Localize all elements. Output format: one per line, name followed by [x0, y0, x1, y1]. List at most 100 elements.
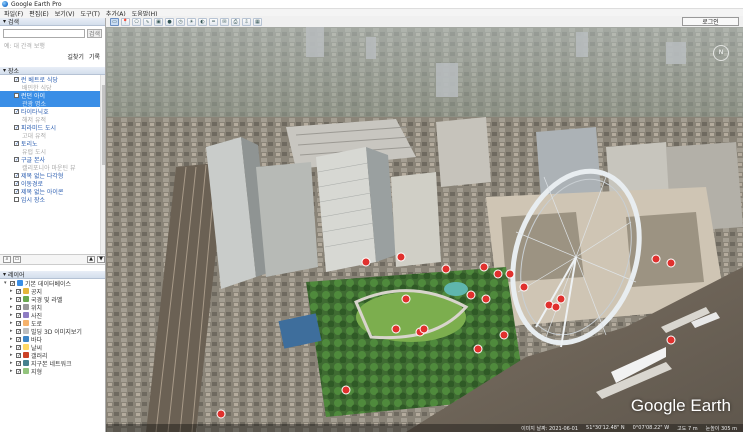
- place-item[interactable]: ✓ 제목 없는 아이콘: [0, 187, 105, 196]
- layer-item[interactable]: ▸ ✓ 지구본 네트워크: [0, 359, 105, 368]
- layer-checkbox[interactable]: ✓: [16, 368, 21, 374]
- place-item[interactable]: 임시 장소: [0, 195, 105, 204]
- place-item[interactable]: 관광 명소: [0, 99, 105, 108]
- layer-icon: [23, 360, 29, 366]
- layer-item[interactable]: ▸ ✓ 날씨: [0, 343, 105, 352]
- layer-item[interactable]: ▸ ✓ 빌딩 3D 이미지보기: [0, 327, 105, 336]
- menu-file[interactable]: 파일(F): [4, 9, 23, 18]
- layer-item[interactable]: ▾ ✓ 기본 데이터베이스: [0, 279, 105, 288]
- record-tour-icon[interactable]: ●: [165, 17, 174, 26]
- place-checkbox[interactable]: [14, 196, 19, 202]
- place-item[interactable]: ✓ 런던 아이: [0, 91, 105, 100]
- menu-edit[interactable]: 편집(E): [29, 9, 49, 18]
- expand-triangle-icon[interactable]: ▸: [10, 288, 14, 294]
- status-latitude: 51°30'12.48" N: [586, 425, 625, 431]
- layer-checkbox[interactable]: ✓: [16, 320, 21, 326]
- expand-triangle-icon[interactable]: ▸: [10, 360, 14, 366]
- layer-checkbox[interactable]: ✓: [16, 336, 21, 342]
- place-checkbox[interactable]: ✓: [14, 92, 19, 98]
- history-link[interactable]: 기록: [89, 52, 100, 61]
- place-item[interactable]: ✓ 런 베트로 식당: [0, 75, 105, 84]
- london-3d-imagery[interactable]: [106, 27, 743, 432]
- layer-checkbox[interactable]: ✓: [16, 352, 21, 358]
- layer-checkbox[interactable]: ✓: [16, 296, 21, 302]
- navigation-compass[interactable]: N: [713, 45, 729, 61]
- layer-item[interactable]: ▸ ✓ 지형: [0, 367, 105, 376]
- sunlight-icon[interactable]: ☀: [187, 17, 196, 26]
- add-polygon-icon[interactable]: ⬠: [132, 17, 141, 26]
- earth-3d-view[interactable]: N Google Earth 이미지 날짜: 2021-06-01 51°30'…: [106, 27, 743, 432]
- search-section-title: 검색: [8, 19, 20, 26]
- place-item[interactable]: 고대 유적: [0, 131, 105, 140]
- expand-triangle-icon[interactable]: ▸: [10, 296, 14, 302]
- search-places-icon[interactable]: ⌕: [3, 256, 11, 263]
- layer-checkbox[interactable]: ✓: [16, 312, 21, 318]
- place-checkbox[interactable]: ✓: [14, 140, 19, 146]
- menu-view[interactable]: 보기(V): [55, 9, 75, 18]
- search-button[interactable]: 검색: [87, 29, 102, 38]
- move-down-icon[interactable]: ▼: [97, 256, 105, 263]
- place-checkbox[interactable]: ✓: [14, 188, 19, 194]
- expand-triangle-icon[interactable]: ▸: [10, 336, 14, 342]
- place-checkbox[interactable]: ✓: [14, 172, 19, 178]
- layer-checkbox[interactable]: ✓: [16, 288, 21, 294]
- layer-checkbox[interactable]: ✓: [16, 304, 21, 310]
- place-item[interactable]: ✓ 타이타닉호: [0, 107, 105, 116]
- scrollbar-thumb[interactable]: [102, 85, 105, 165]
- save-image-icon[interactable]: ⇩: [242, 17, 251, 26]
- menu-tools[interactable]: 도구(T): [81, 9, 100, 18]
- login-button[interactable]: 로그인: [682, 17, 739, 26]
- add-path-icon[interactable]: ∿: [143, 17, 152, 26]
- status-elevation: 고도 7 m: [677, 425, 698, 432]
- layer-item[interactable]: ▸ ✓ 국경 및 라벨: [0, 295, 105, 304]
- expand-triangle-icon[interactable]: ▾: [4, 280, 8, 286]
- hide-sidebar-button[interactable]: ▭: [110, 17, 119, 26]
- expand-triangle-icon[interactable]: ▸: [10, 320, 14, 326]
- layer-icon: [23, 304, 29, 310]
- layer-item[interactable]: ▸ ✓ 위치: [0, 303, 105, 312]
- add-overlay-icon[interactable]: ▣: [154, 17, 163, 26]
- layers-section-title: 레이어: [8, 272, 25, 279]
- view-toggle-icon[interactable]: ▭: [13, 256, 21, 263]
- place-checkbox[interactable]: ✓: [14, 180, 19, 186]
- layer-item[interactable]: ▸ ✓ 사진: [0, 311, 105, 320]
- expand-triangle-icon[interactable]: ▸: [10, 328, 14, 334]
- expand-triangle-icon[interactable]: ▸: [10, 368, 14, 374]
- place-checkbox[interactable]: ✓: [14, 124, 19, 130]
- layer-checkbox[interactable]: ✓: [16, 328, 21, 334]
- layer-checkbox[interactable]: ✓: [16, 344, 21, 350]
- places-section-header[interactable]: ▾ 장소: [0, 67, 105, 75]
- directions-link[interactable]: 길찾기: [67, 52, 84, 61]
- places-section-title: 장소: [8, 68, 20, 75]
- search-input[interactable]: [3, 29, 85, 38]
- expand-triangle-icon[interactable]: ▸: [10, 352, 14, 358]
- place-checkbox[interactable]: ✓: [14, 76, 19, 82]
- collapse-triangle-icon: ▾: [3, 271, 7, 278]
- place-item[interactable]: ✓ 토리노: [0, 139, 105, 148]
- expand-triangle-icon[interactable]: ▸: [10, 312, 14, 318]
- email-icon[interactable]: ✉: [220, 17, 229, 26]
- search-section-header[interactable]: ▾ 검색: [0, 18, 105, 26]
- place-item[interactable]: ✓ 제목 없는 다각형: [0, 171, 105, 180]
- layer-checkbox[interactable]: ✓: [16, 360, 21, 366]
- layer-checkbox[interactable]: ✓: [10, 280, 15, 286]
- place-item[interactable]: ✓ 피라미드 도시: [0, 123, 105, 132]
- collapse-triangle-icon: ▾: [3, 18, 7, 25]
- place-checkbox[interactable]: ✓: [14, 156, 19, 162]
- ruler-icon[interactable]: ═: [209, 17, 218, 26]
- expand-triangle-icon[interactable]: ▸: [10, 304, 14, 310]
- place-item[interactable]: 배민한 식당: [0, 83, 105, 92]
- place-checkbox[interactable]: ✓: [14, 108, 19, 114]
- add-placemark-icon[interactable]: 📍: [121, 17, 130, 26]
- expand-triangle-icon[interactable]: ▸: [10, 344, 14, 350]
- planet-switch-icon[interactable]: ◐: [198, 17, 207, 26]
- google-earth-app-icon: [2, 1, 8, 7]
- view-in-maps-icon[interactable]: ▦: [253, 17, 262, 26]
- print-icon[interactable]: ⎙: [231, 17, 240, 26]
- move-up-icon[interactable]: ▲: [87, 256, 95, 263]
- google-earth-watermark: Google Earth: [630, 396, 731, 415]
- place-item[interactable]: 유럽 도시: [0, 147, 105, 156]
- historical-imagery-icon[interactable]: ◷: [176, 17, 185, 26]
- layer-item[interactable]: ▸ ✓ 바다: [0, 335, 105, 344]
- places-scrollbar[interactable]: [100, 75, 105, 254]
